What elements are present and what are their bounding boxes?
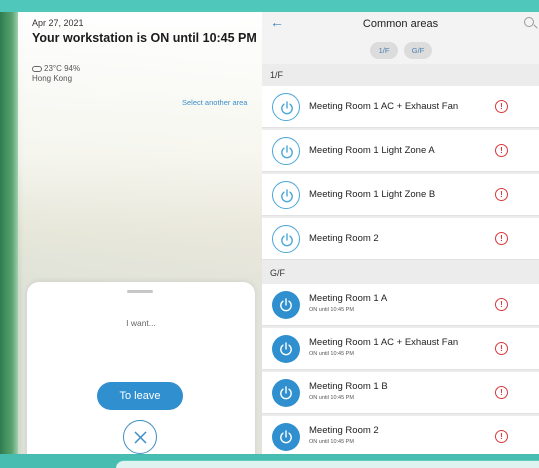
cloud-icon: [32, 65, 42, 72]
room-name: Meeting Room 1 AC + Exhaust Fan: [309, 101, 459, 112]
room-status-text: ON until 10:45 PM: [309, 395, 354, 401]
date-label: Apr 27, 2021: [32, 18, 84, 28]
power-toggle-button[interactable]: [272, 137, 300, 165]
power-icon: [281, 101, 293, 115]
power-toggle-button[interactable]: [272, 225, 300, 253]
floor-filter-1f[interactable]: 1/F: [370, 42, 398, 59]
weather-reading: 23°C 94%: [44, 64, 81, 73]
page-title: Common areas: [362, 18, 439, 30]
room-row[interactable]: Meeting Room 2!: [262, 218, 539, 260]
workstation-panel: Apr 27, 2021 Your workstation is ON unti…: [18, 12, 262, 468]
room-row[interactable]: Meeting Room 1 Light Zone A!: [262, 130, 539, 172]
power-icon: [280, 342, 292, 356]
room-row[interactable]: Meeting Room 1 AC + Exhaust Fan ON until …: [262, 328, 539, 370]
section-heading: 1/F: [262, 64, 539, 86]
location-label: Hong Kong: [32, 74, 73, 83]
close-icon: [134, 431, 147, 444]
sheet-prompt: I want...: [126, 318, 156, 328]
power-toggle-button[interactable]: [272, 291, 300, 319]
power-toggle-button[interactable]: [272, 335, 300, 363]
power-icon: [281, 233, 293, 247]
frame-top: [0, 0, 539, 12]
room-row[interactable]: Meeting Room 1 AC + Exhaust Fan!: [262, 86, 539, 128]
room-status-text: ON until 10:45 PM: [309, 439, 354, 445]
select-another-area-link[interactable]: Select another area: [182, 98, 247, 107]
room-name: Meeting Room 1 Light Zone B: [309, 189, 436, 200]
floor-filter-gf[interactable]: G/F: [404, 42, 432, 59]
search-icon[interactable]: [524, 17, 534, 27]
alert-icon[interactable]: !: [495, 100, 508, 113]
alert-icon[interactable]: !: [495, 342, 508, 355]
power-toggle-button[interactable]: [272, 423, 300, 451]
alert-icon[interactable]: !: [495, 386, 508, 399]
room-row[interactable]: Meeting Room 1 Light Zone B!: [262, 174, 539, 216]
power-icon: [281, 145, 293, 159]
power-icon: [280, 298, 292, 312]
power-icon: [281, 189, 293, 203]
weather-info: 23°C 94% Hong Kong: [32, 64, 80, 84]
alert-icon[interactable]: !: [495, 430, 508, 443]
room-name: Meeting Room 1 AC + Exhaust Fan: [309, 337, 459, 348]
sheet-drag-handle[interactable]: [127, 290, 153, 293]
power-toggle-button[interactable]: [272, 93, 300, 121]
room-row[interactable]: Meeting Room 2 ON until 10:45 PM!: [262, 416, 539, 458]
alert-icon[interactable]: !: [495, 298, 508, 311]
room-name: Meeting Room 1 Light Zone A: [309, 145, 435, 156]
room-status-text: ON until 10:45 PM: [309, 351, 354, 357]
to-leave-button[interactable]: To leave: [97, 382, 183, 410]
alert-icon[interactable]: !: [495, 188, 508, 201]
alert-icon[interactable]: !: [495, 232, 508, 245]
power-toggle-button[interactable]: [272, 181, 300, 209]
power-toggle-button[interactable]: [272, 379, 300, 407]
room-name: Meeting Room 2: [309, 425, 379, 436]
room-status-text: ON until 10:45 PM: [309, 307, 354, 313]
header-bar: ← Common areas 1/F G/F: [262, 12, 539, 64]
room-name: Meeting Room 2: [309, 233, 379, 244]
room-row[interactable]: Meeting Room 1 A ON until 10:45 PM!: [262, 284, 539, 326]
room-row[interactable]: Meeting Room 1 B ON until 10:45 PM!: [262, 372, 539, 414]
action-sheet: I want... To leave: [27, 282, 255, 468]
common-areas-panel: ← Common areas 1/F G/F 1/F Meeting Room 1…: [262, 12, 539, 468]
power-icon: [280, 430, 292, 444]
room-name: Meeting Room 1 A: [309, 293, 388, 304]
alert-icon[interactable]: !: [495, 144, 508, 157]
workstation-status-headline: Your workstation is ON until 10:45 PM: [32, 31, 257, 45]
power-icon: [280, 386, 292, 400]
close-sheet-button[interactable]: [123, 420, 157, 454]
bottom-card-edge: [116, 460, 539, 468]
section-heading: G/F: [262, 262, 539, 284]
room-name: Meeting Room 1 B: [309, 381, 388, 392]
